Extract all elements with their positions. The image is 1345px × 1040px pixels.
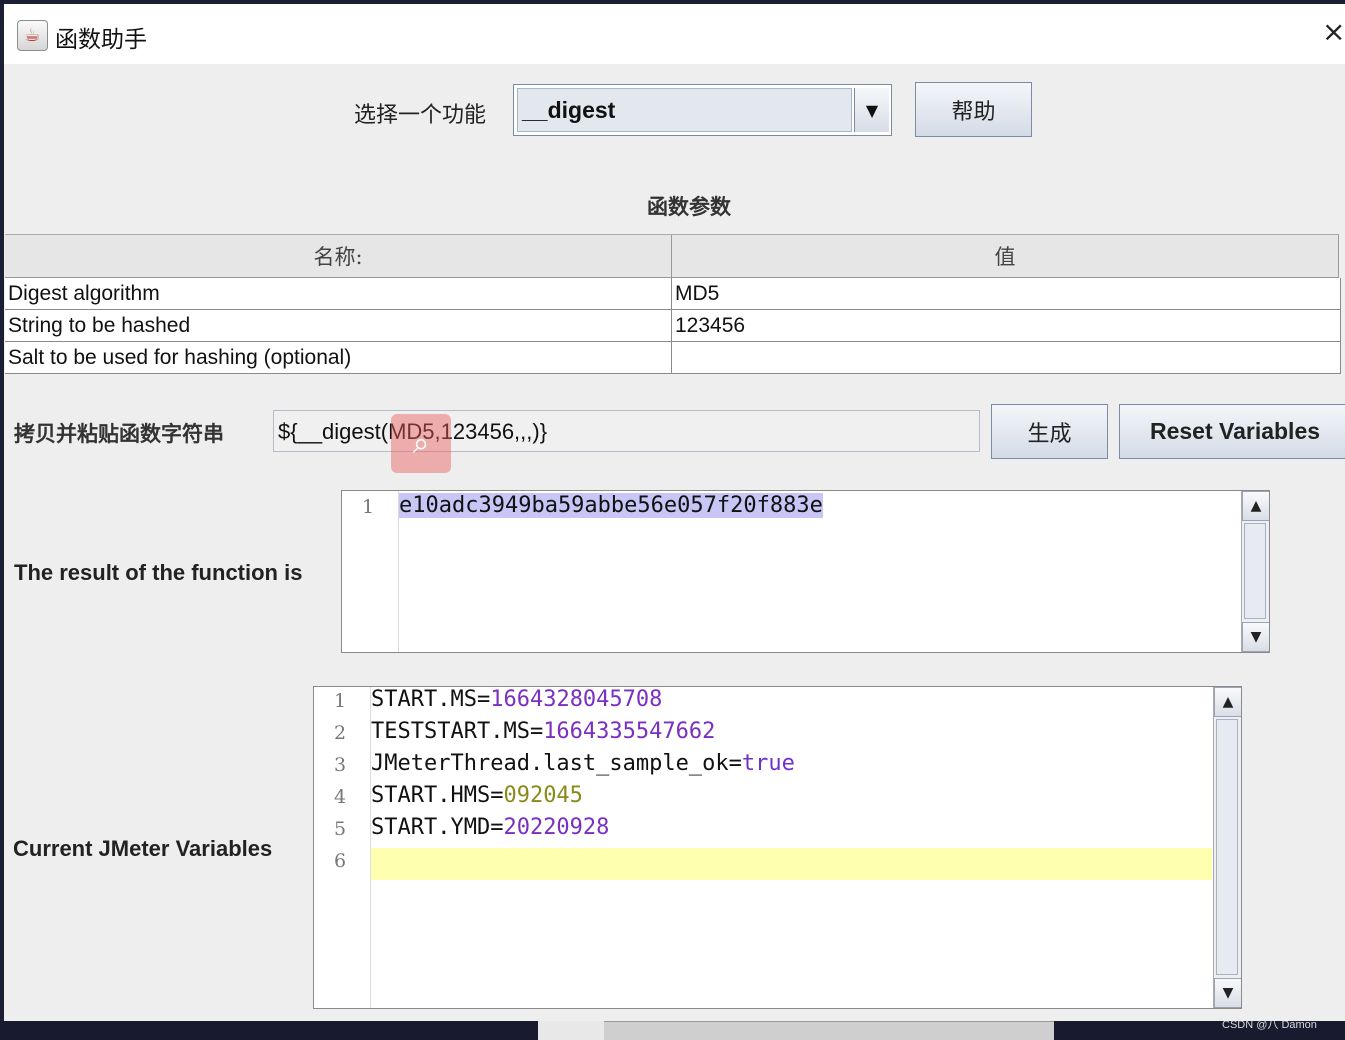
- variable-value: 20220928: [503, 815, 610, 840]
- param-name-cell: Salt to be used for hashing (optional): [5, 342, 672, 373]
- column-header-value[interactable]: 值: [672, 235, 1339, 277]
- current-line-highlight: [371, 848, 1212, 880]
- scroll-up-icon[interactable]: ▲: [1214, 687, 1241, 717]
- line-number-gutter: 1 2 3 4 5 6: [314, 687, 371, 1008]
- line-number: 1: [362, 496, 375, 518]
- param-value-cell[interactable]: [672, 342, 1341, 373]
- scroll-up-icon[interactable]: ▲: [1242, 491, 1269, 521]
- line-number: 1: [334, 690, 347, 712]
- variable-line[interactable]: TESTSTART.MS=1664335547662: [371, 716, 715, 748]
- background-window-fragment: [604, 1021, 1054, 1040]
- table-row[interactable]: Salt to be used for hashing (optional): [5, 342, 1341, 374]
- result-editor[interactable]: 1 e10adc3949ba59abbe56e057f20f883e ▲ ▼: [341, 490, 1270, 653]
- variable-key: START.YMD=: [371, 815, 504, 840]
- line-number: 6: [334, 850, 347, 872]
- params-title: 函数参数: [647, 194, 731, 219]
- line-number: 5: [334, 818, 347, 840]
- result-text[interactable]: e10adc3949ba59abbe56e057f20f883e: [399, 493, 823, 518]
- variable-value: 092045: [503, 783, 583, 808]
- variables-label: Current JMeter Variables: [13, 836, 273, 861]
- result-scrollbar[interactable]: ▲ ▼: [1241, 491, 1269, 652]
- param-name-cell: Digest algorithm: [5, 278, 672, 309]
- variables-editor[interactable]: 1 2 3 4 5 6 START.MS=1664328045708 TESTS…: [313, 686, 1242, 1009]
- variable-line[interactable]: START.HMS=092045: [371, 780, 583, 812]
- param-value-cell[interactable]: MD5: [672, 278, 1341, 309]
- variable-key: START.MS=: [371, 687, 491, 712]
- reset-variables-button[interactable]: Reset Variables: [1119, 404, 1345, 459]
- param-name-cell: String to be hashed: [5, 310, 672, 341]
- window-title: 函数助手: [55, 27, 147, 53]
- scrollbar-thumb[interactable]: [1216, 719, 1238, 975]
- variable-key: START.HMS=: [371, 783, 504, 808]
- table-row[interactable]: String to be hashed 123456: [5, 310, 1341, 342]
- help-button[interactable]: 帮助: [915, 82, 1032, 137]
- chevron-down-icon[interactable]: ▼: [854, 88, 889, 132]
- variable-line[interactable]: START.MS=1664328045708: [371, 687, 663, 716]
- result-label: The result of the function is: [14, 560, 303, 585]
- title-bar: ☕ 函数助手 ×: [4, 4, 1345, 64]
- variables-scrollbar[interactable]: ▲ ▼: [1213, 687, 1241, 1008]
- function-select[interactable]: __digest ▼: [513, 84, 892, 136]
- result-line[interactable]: e10adc3949ba59abbe56e057f20f883e: [399, 491, 823, 522]
- scroll-down-icon[interactable]: ▼: [1242, 622, 1269, 652]
- search-icon[interactable]: ⌕: [391, 414, 451, 473]
- function-string-field[interactable]: ${__digest(MD5,123456,,,)}: [273, 410, 980, 452]
- table-header: 名称: 值: [5, 234, 1339, 278]
- table-row[interactable]: Digest algorithm MD5: [5, 278, 1341, 310]
- line-number-gutter: 1: [342, 491, 399, 652]
- variable-key: TESTSTART.MS=: [371, 719, 544, 744]
- line-number: 2: [334, 722, 347, 744]
- function-select-label: 选择一个功能: [354, 103, 487, 128]
- function-helper-dialog: ☕ 函数助手 × 选择一个功能 __digest ▼ 帮助 函数参数 名称: 值…: [4, 4, 1345, 1021]
- variable-key: JMeterThread.last_sample_ok=: [371, 751, 742, 776]
- scrollbar-thumb[interactable]: [1244, 523, 1266, 619]
- scroll-down-icon[interactable]: ▼: [1214, 978, 1241, 1008]
- function-select-value[interactable]: __digest: [517, 88, 852, 132]
- line-number: 4: [334, 786, 347, 808]
- copy-string-label: 拷贝并粘贴函数字符串: [14, 421, 224, 446]
- java-cup-icon: ☕: [17, 20, 48, 51]
- close-icon[interactable]: ×: [1322, 18, 1345, 46]
- variable-value: true: [741, 751, 795, 776]
- variable-value: 1664328045708: [490, 687, 663, 712]
- background-window-fragment: [538, 1021, 604, 1040]
- param-value-cell[interactable]: 123456: [672, 310, 1341, 341]
- column-header-name[interactable]: 名称:: [5, 235, 672, 277]
- variable-line[interactable]: JMeterThread.last_sample_ok=true: [371, 748, 795, 780]
- line-number: 3: [334, 754, 347, 776]
- generate-button[interactable]: 生成: [991, 404, 1108, 459]
- variable-value: 1664335547662: [543, 719, 716, 744]
- variable-line[interactable]: START.YMD=20220928: [371, 812, 609, 844]
